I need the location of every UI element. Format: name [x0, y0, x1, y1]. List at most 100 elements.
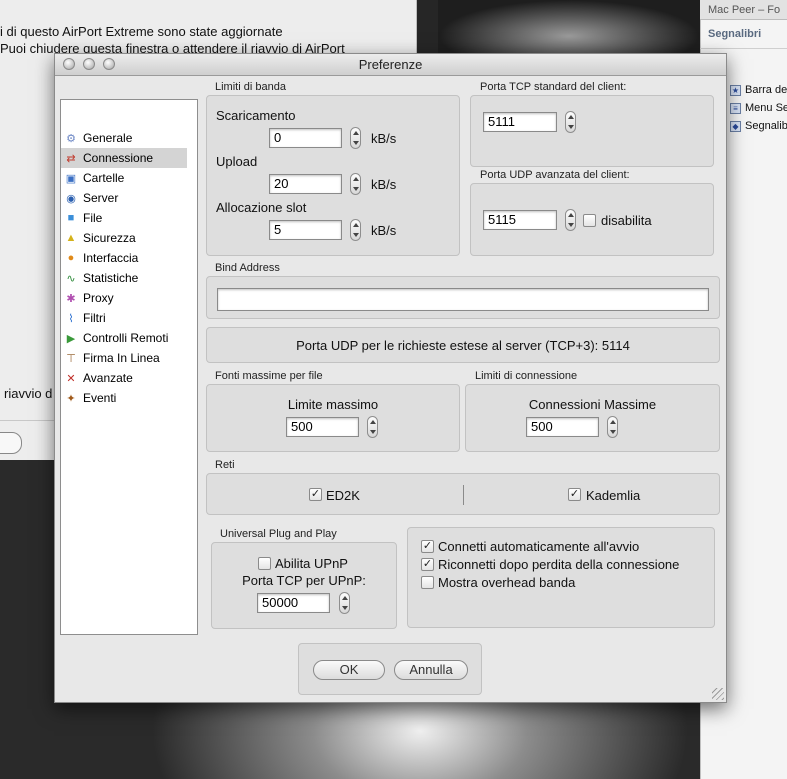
slot-allocation-stepper[interactable] [350, 219, 361, 241]
ed2k-checkbox[interactable]: ✓ [309, 488, 322, 501]
bind-address-input[interactable] [217, 288, 709, 311]
sidebar-item-cartelle[interactable]: ▣ Cartelle [61, 168, 187, 188]
download-label: Scaricamento [216, 108, 296, 123]
sidebar-item-label: Connessione [83, 151, 154, 165]
sidebar-item-label: Controlli Remoti [83, 331, 169, 345]
ok-button[interactable]: OK [313, 660, 385, 680]
udp-disable-label: disabilita [601, 213, 652, 228]
max-connections-field[interactable]: 500 [526, 417, 599, 437]
background-button[interactable] [0, 432, 22, 454]
tools-icon: ✕ [66, 372, 76, 385]
sidebar-item-proxy[interactable]: ✱ Proxy [61, 288, 187, 308]
upnp-group-label: Universal Plug and Play [220, 528, 337, 540]
sidebar-item-label: Eventi [83, 391, 117, 405]
autoconnect-checkbox[interactable]: ✓ [421, 540, 434, 553]
upnp-enable-checkbox[interactable] [258, 557, 271, 570]
sidebar-item-statistiche[interactable]: ∿ Statistiche [61, 268, 187, 288]
sidebar-item-label: Avanzate [83, 371, 133, 385]
ed2k-label: ED2K [326, 488, 360, 503]
udp-port-field[interactable]: 5115 [483, 210, 557, 230]
sidebar-item-generale[interactable]: ⚙ Generale [61, 128, 187, 148]
max-sources-label: Limite massimo [287, 397, 379, 412]
sidebar-item-server[interactable]: ◉ Server [61, 188, 187, 208]
chart-icon: ∿ [66, 272, 76, 285]
autoconnect-label: Connetti automaticamente all'avvio [438, 539, 640, 554]
max-sources-stepper[interactable] [367, 416, 378, 438]
tcp-port-field[interactable]: 5111 [483, 112, 557, 132]
reconnect-label: Riconnetti dopo perdita della connession… [438, 557, 680, 572]
sidebar-item-label: Cartelle [83, 171, 125, 185]
sidebar-item-interfaccia[interactable]: ● Interfaccia [61, 248, 187, 268]
tcp-port-group-label: Porta TCP standard del client: [480, 81, 627, 93]
udp-port-group-label: Porta UDP avanzata del client: [480, 169, 630, 181]
bind-address-group-label: Bind Address [215, 262, 280, 274]
window-title: Preferenze [358, 57, 423, 72]
cancel-button[interactable]: Annulla [394, 660, 468, 680]
download-limit-field[interactable]: 0 [269, 128, 342, 148]
upnp-port-label: Porta TCP per UPnP: [242, 573, 366, 588]
menu-icon: ≡ [730, 102, 741, 114]
server-icon: ◉ [66, 192, 76, 205]
sidebar-item-label: Interfaccia [83, 251, 139, 265]
bandwidth-group-label: Limiti di banda [215, 81, 286, 93]
slot-unit-label: kB/s [371, 223, 397, 238]
resize-grip[interactable] [712, 688, 724, 700]
background-window-subtitle: Segnalibri [708, 28, 762, 40]
gear-icon: ⚙ [66, 132, 76, 145]
upnp-enable-label: Abilita UPnP [275, 556, 348, 571]
sidebar-item-label: Server [83, 191, 119, 205]
sidebar-item-connessione[interactable]: ⇄ Connessione [61, 148, 187, 168]
show-overhead-label: Mostra overhead banda [438, 575, 576, 590]
upload-unit-label: kB/s [371, 177, 397, 192]
tcp-port-stepper[interactable] [565, 111, 576, 133]
sidebar-item-firma-in-linea[interactable]: ⊤ Firma In Linea [61, 348, 187, 368]
sidebar-item-label: Sicurezza [83, 231, 136, 245]
sidebar-item-eventi[interactable]: ✦ Eventi [61, 388, 187, 408]
max-sources-group-label: Fonti massime per file [215, 370, 323, 382]
udp-port-stepper[interactable] [565, 209, 576, 231]
download-unit-label: kB/s [371, 131, 397, 146]
upload-limit-field[interactable]: 20 [269, 174, 342, 194]
upnp-port-stepper[interactable] [339, 592, 350, 614]
sidebar-item-sicurezza[interactable]: ▲ Sicurezza [61, 228, 187, 248]
events-icon: ✦ [66, 392, 76, 405]
upload-limit-stepper[interactable] [350, 173, 361, 195]
background-text: riavvio d [4, 386, 53, 401]
filter-icon: ⌇ [68, 312, 74, 325]
sidebar-item-filtri[interactable]: ⌇ Filtri [61, 308, 187, 328]
file-icon: ■ [67, 212, 75, 224]
sidebar-item-label: File [83, 211, 103, 225]
folder-icon: ▣ [65, 172, 77, 185]
sidebar-item-controlli-remoti[interactable]: ▶ Controlli Remoti [61, 328, 187, 348]
show-overhead-checkbox[interactable] [421, 576, 434, 589]
bookmark-item[interactable]: ≡ Menu Se [730, 102, 787, 114]
kademlia-checkbox[interactable]: ✓ [568, 488, 581, 501]
sidebar-item-label: Generale [83, 131, 133, 145]
background-text: i di questo AirPort Extreme sono state a… [0, 24, 283, 39]
reconnect-checkbox[interactable]: ✓ [421, 558, 434, 571]
preferences-window: Preferenze ⚙ Generale ⇄ Connessione ▣ Cartell… [54, 53, 727, 703]
remote-icon: ▶ [66, 332, 76, 345]
kademlia-label: Kademlia [586, 488, 641, 503]
palette-icon: ● [67, 252, 75, 264]
sidebar-item-label: Filtri [83, 311, 106, 325]
bookmark-item[interactable]: ◆ Segnalib [730, 120, 787, 132]
max-connections-label: Connessioni Massime [528, 397, 657, 412]
max-sources-field[interactable]: 500 [286, 417, 359, 437]
udp-extended-info-text: Porta UDP per le richieste estese al ser… [296, 338, 630, 353]
preferences-sidebar: ⚙ Generale ⇄ Connessione ▣ Cartelle ◉ Server ■ Fi… [60, 99, 198, 635]
bookmark-item[interactable]: ★ Barra de [730, 84, 787, 96]
max-connections-stepper[interactable] [607, 416, 618, 438]
slot-label: Allocazione slot [216, 200, 307, 215]
udp-disable-checkbox[interactable] [583, 214, 596, 227]
download-limit-stepper[interactable] [350, 127, 361, 149]
background-divider [700, 48, 787, 49]
bookmarks-icon: ◆ [730, 120, 741, 132]
upload-label: Upload [216, 154, 258, 169]
upnp-port-field[interactable]: 50000 [257, 593, 330, 613]
sidebar-item-avanzate[interactable]: ✕ Avanzate [61, 368, 187, 388]
sidebar-item-file[interactable]: ■ File [61, 208, 187, 228]
sidebar-item-label: Firma In Linea [83, 351, 160, 365]
background-photo-top [438, 0, 700, 60]
slot-allocation-field[interactable]: 5 [269, 220, 342, 240]
